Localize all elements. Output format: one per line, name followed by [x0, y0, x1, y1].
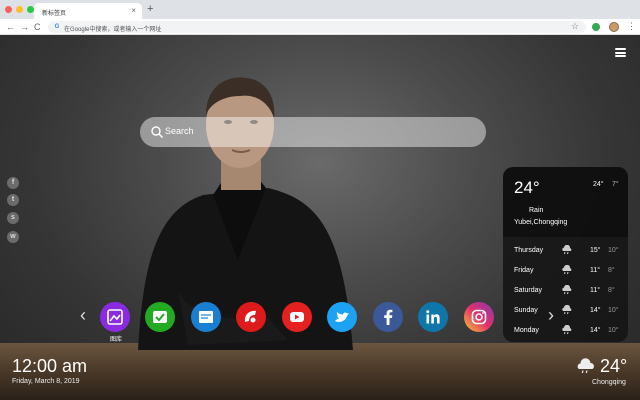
instagram-icon	[464, 302, 494, 332]
notes-app-button[interactable]	[191, 302, 221, 332]
profile-avatar[interactable]	[609, 22, 619, 32]
bookmark-star-icon[interactable]: ☆	[571, 21, 579, 32]
tab-new-tab[interactable]: 新标签页 ×	[34, 3, 142, 19]
youtube-icon	[282, 302, 312, 332]
youtube-app-button[interactable]	[282, 302, 312, 332]
checkmark-icon	[145, 302, 175, 332]
gallery-app-button[interactable]	[100, 302, 130, 332]
minimize-window-button[interactable]	[16, 6, 23, 13]
address-placeholder: 在Google中搜索，或者输入一个网址	[64, 27, 162, 33]
browser-toolbar: ← → C G 在Google中搜索，或者输入一个网址 ☆ ⋮	[0, 19, 640, 35]
tab-title: 新标签页	[42, 11, 67, 17]
forecast-low: 10°	[608, 247, 619, 254]
close-window-button[interactable]	[5, 6, 12, 13]
facebook-icon	[373, 302, 403, 332]
new-tab-page: Search f t s w 24° 24° 7° Rain Yubei,Cho…	[0, 35, 640, 400]
rain-cloud-icon	[562, 265, 572, 275]
forecast-high: 11°	[590, 287, 601, 294]
weather-condition: Rain	[529, 207, 544, 214]
menu-icon[interactable]	[615, 48, 626, 57]
instagram-app-button[interactable]	[464, 302, 494, 332]
new-tab-button[interactable]: +	[147, 3, 153, 15]
forecast-row: Friday 11° 8°	[503, 261, 628, 281]
today-low: 7°	[612, 181, 619, 188]
wechat-icon[interactable]: w	[7, 231, 19, 243]
forecast-day: Saturday	[514, 287, 543, 294]
forecast-day: Thursday	[514, 247, 544, 254]
linkedin-icon	[418, 302, 448, 332]
forecast-high: 15°	[590, 247, 601, 254]
reload-button[interactable]: C	[34, 21, 41, 33]
game-app-button[interactable]	[236, 302, 266, 332]
clock-date: Friday, March 8, 2019	[12, 378, 80, 385]
window-controls	[5, 6, 34, 13]
snapchat-icon[interactable]: s	[7, 212, 19, 224]
maximize-window-button[interactable]	[27, 6, 34, 13]
today-high: 24°	[593, 181, 604, 188]
weather-cloud-icon	[577, 358, 594, 374]
rain-cloud-icon	[562, 285, 572, 295]
twitter-icon	[327, 302, 357, 332]
wooden-table-background	[0, 343, 640, 400]
facebook-app-button[interactable]	[373, 302, 403, 332]
facebook-icon[interactable]: f	[7, 177, 19, 189]
bottom-weather-city: Chongqing	[592, 379, 626, 386]
linkedin-app-button[interactable]	[418, 302, 448, 332]
back-button[interactable]: ←	[6, 21, 15, 33]
address-bar[interactable]: G 在Google中搜索，或者输入一个网址 ☆	[48, 21, 586, 33]
twitter-app-button[interactable]	[327, 302, 357, 332]
forward-button[interactable]: →	[20, 21, 29, 33]
forecast-row: Thursday 15° 10°	[503, 241, 628, 261]
clock-time: 12:00 am	[12, 356, 88, 376]
gallery-icon	[100, 302, 130, 332]
forecast-day: Friday	[514, 267, 534, 274]
extension-icon[interactable]	[592, 23, 600, 31]
game-icon	[236, 302, 266, 332]
tab-strip: 新标签页 × +	[0, 0, 640, 19]
current-temperature: 24°	[514, 178, 540, 197]
gallery-app-label: 图库	[109, 337, 122, 343]
forecast-low: 8°	[608, 267, 615, 274]
weather-location: Yubei,Chongqing	[514, 219, 568, 226]
browser-menu-icon[interactable]: ⋮	[627, 20, 636, 32]
dock-prev-arrow[interactable]: ‹	[80, 305, 86, 326]
forecast-low: 8°	[608, 287, 615, 294]
bottom-temperature[interactable]: 24°	[600, 356, 627, 377]
google-icon: G	[54, 24, 60, 30]
app-dock: ‹ › 图库	[0, 298, 640, 343]
dock-next-arrow[interactable]: ›	[548, 305, 554, 326]
search-icon	[151, 126, 163, 138]
weather-current: 24° 24° 7° Rain Yubei,Chongqing	[503, 167, 628, 237]
notes-icon	[191, 302, 221, 332]
forecast-high: 11°	[590, 267, 601, 274]
search-input[interactable]: Search	[165, 126, 194, 136]
search-bar[interactable]: Search	[140, 117, 486, 147]
close-tab-icon[interactable]: ×	[131, 6, 136, 15]
twitter-icon[interactable]: t	[7, 194, 19, 206]
check-app-button[interactable]	[145, 302, 175, 332]
rain-cloud-icon	[562, 245, 572, 255]
